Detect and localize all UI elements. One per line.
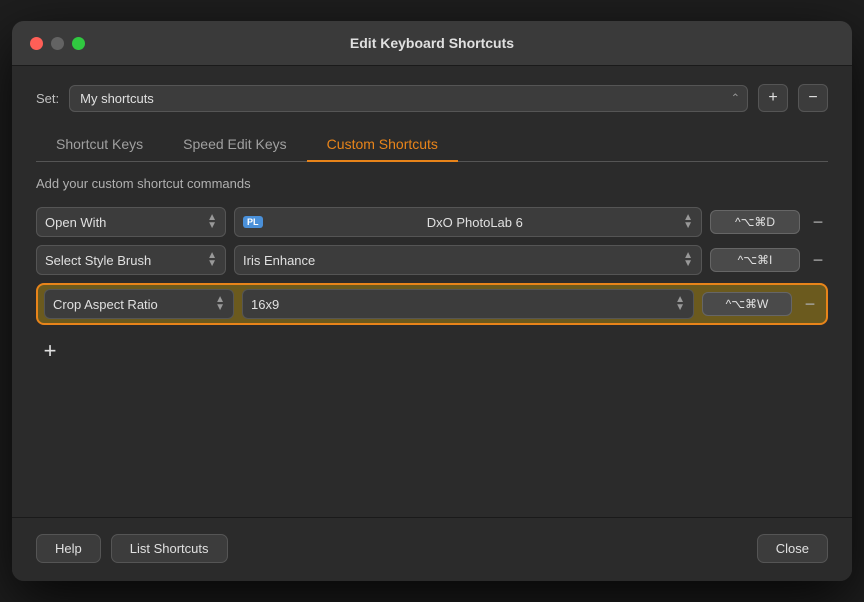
- tab-speed-edit-keys[interactable]: Speed Edit Keys: [163, 128, 307, 162]
- tab-custom-shortcuts[interactable]: Custom Shortcuts: [307, 128, 458, 162]
- add-row-button[interactable]: +: [36, 337, 64, 365]
- help-button[interactable]: Help: [36, 534, 101, 563]
- target-dropdown-open-with[interactable]: PL DxO PhotoLab 6 ▲▼: [234, 207, 702, 237]
- target-dropdown-crop-aspect-ratio[interactable]: 16x9 ▲▼: [242, 289, 694, 319]
- close-button[interactable]: Close: [757, 534, 828, 563]
- target-chevron-icon-3: ▲▼: [675, 296, 685, 312]
- dialog-title: Edit Keyboard Shortcuts: [30, 35, 834, 51]
- shortcut-row-select-style-brush: Select Style Brush ▲▼ Iris Enhance ▲▼ ^⌥…: [36, 245, 828, 275]
- subtitle: Add your custom shortcut commands: [36, 176, 828, 191]
- shortcut-badge-open-with: ^⌥⌘D: [710, 210, 800, 234]
- remove-select-style-brush-button[interactable]: −: [808, 250, 828, 271]
- minimize-window-button[interactable]: [51, 37, 64, 50]
- dialog: Edit Keyboard Shortcuts Set: My shortcut…: [12, 21, 852, 581]
- remove-crop-aspect-ratio-button[interactable]: −: [800, 294, 820, 315]
- traffic-lights: [30, 37, 85, 50]
- rows-area: Open With ▲▼ PL DxO PhotoLab 6 ▲▼ ^⌥⌘D −: [36, 207, 828, 497]
- set-select[interactable]: My shortcuts: [69, 85, 748, 112]
- target-chevron-icon: ▲▼: [683, 214, 693, 230]
- remove-open-with-button[interactable]: −: [808, 212, 828, 233]
- close-window-button[interactable]: [30, 37, 43, 50]
- maximize-window-button[interactable]: [72, 37, 85, 50]
- titlebar: Edit Keyboard Shortcuts: [12, 21, 852, 66]
- pl-icon: PL: [243, 216, 263, 228]
- target-chevron-icon-2: ▲▼: [683, 252, 693, 268]
- action-chevron-icon: ▲▼: [207, 214, 217, 230]
- shortcut-badge-select-style-brush: ^⌥⌘I: [710, 248, 800, 272]
- action-dropdown-select-style-brush[interactable]: Select Style Brush ▲▼: [36, 245, 226, 275]
- remove-set-button[interactable]: −: [798, 84, 828, 112]
- set-row: Set: My shortcuts ⌃ + −: [36, 84, 828, 112]
- tabs: Shortcut Keys Speed Edit Keys Custom Sho…: [36, 128, 828, 162]
- footer: Help List Shortcuts Close: [12, 517, 852, 581]
- action-chevron-icon-3: ▲▼: [215, 296, 225, 312]
- add-set-button[interactable]: +: [758, 84, 788, 112]
- target-dropdown-select-style-brush[interactable]: Iris Enhance ▲▼: [234, 245, 702, 275]
- shortcut-row-crop-aspect-ratio: Crop Aspect Ratio ▲▼ 16x9 ▲▼ ^⌥⌘W −: [36, 283, 828, 325]
- action-dropdown-crop-aspect-ratio[interactable]: Crop Aspect Ratio ▲▼: [44, 289, 234, 319]
- shortcut-badge-crop-aspect-ratio: ^⌥⌘W: [702, 292, 792, 316]
- dialog-content: Set: My shortcuts ⌃ + − Shortcut Keys Sp…: [12, 66, 852, 517]
- action-dropdown-open-with[interactable]: Open With ▲▼: [36, 207, 226, 237]
- action-chevron-icon-2: ▲▼: [207, 252, 217, 268]
- set-label: Set:: [36, 91, 59, 106]
- set-select-wrapper: My shortcuts ⌃: [69, 85, 748, 112]
- list-shortcuts-button[interactable]: List Shortcuts: [111, 534, 228, 563]
- tab-shortcut-keys[interactable]: Shortcut Keys: [36, 128, 163, 162]
- shortcut-row-open-with: Open With ▲▼ PL DxO PhotoLab 6 ▲▼ ^⌥⌘D −: [36, 207, 828, 237]
- footer-left: Help List Shortcuts: [36, 534, 228, 563]
